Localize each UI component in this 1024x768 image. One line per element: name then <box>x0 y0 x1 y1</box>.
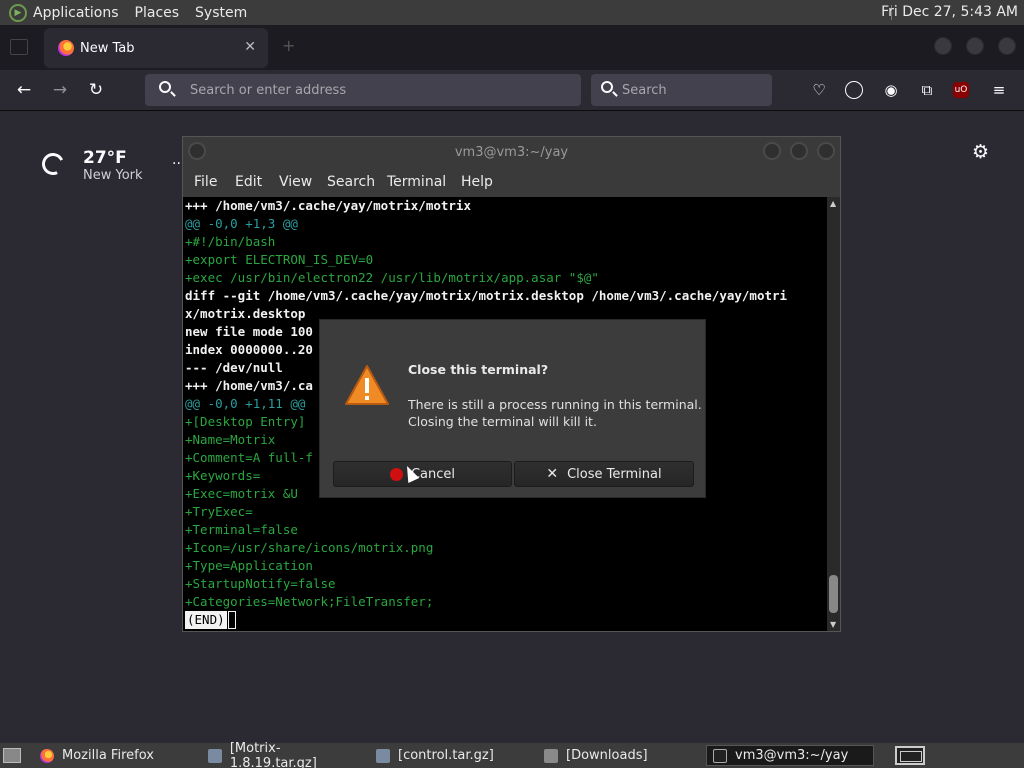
folder-icon <box>544 748 558 763</box>
warning-icon <box>345 365 389 405</box>
pager-end-line: (END) <box>185 611 826 629</box>
firefox-icon <box>40 748 54 763</box>
maximize-window-icon[interactable] <box>966 37 984 55</box>
terminal-titlebar[interactable]: vm3@vm3:~/yay <box>183 137 840 170</box>
hamburger-menu-icon[interactable]: ≡ <box>989 80 1009 100</box>
browser-nav-bar: ← → ↻ ♡ ◉ ⧉ uO ≡ <box>0 70 1024 111</box>
menu-search[interactable]: Search <box>327 174 375 190</box>
menu-help[interactable]: Help <box>461 174 493 190</box>
terminal-cursor <box>227 611 236 629</box>
maximize-icon[interactable] <box>790 142 808 160</box>
gear-icon[interactable]: ⚙ <box>972 141 989 163</box>
firefox-icon <box>58 40 74 56</box>
taskbar-item-firefox[interactable]: Mozilla Firefox <box>34 745 198 766</box>
terminal-line: diff --git /home/vm3/.cache/yay/motrix/m… <box>185 288 788 303</box>
account-icon[interactable]: ◉ <box>881 80 901 100</box>
search-bar[interactable] <box>591 74 772 106</box>
taskbar-item-label: vm3@vm3:~/yay <box>735 748 849 763</box>
taskbar-item-label: [Motrix-1.8.19.tar.gz] <box>229 740 317 768</box>
close-icon[interactable] <box>817 142 835 160</box>
scroll-down-icon[interactable]: ▼ <box>830 620 836 629</box>
browser-tab-bar: New Tab ✕ + <box>0 25 1024 70</box>
tab-label: New Tab <box>80 40 135 56</box>
menu-edit[interactable]: Edit <box>235 174 262 190</box>
weather-temperature: 27°F <box>83 148 127 168</box>
back-arrow-icon[interactable]: ← <box>12 79 36 101</box>
applications-logo-icon[interactable]: ▶ <box>9 3 27 22</box>
terminal-line: +++ /home/vm3/.cache/yay/motrix/motrix <box>185 198 471 213</box>
ublock-icon[interactable]: uO <box>953 82 969 98</box>
terminal-line: +Icon=/usr/share/icons/motrix.png <box>185 540 434 555</box>
close-window-icon[interactable] <box>998 37 1016 55</box>
forward-arrow-icon[interactable]: → <box>48 79 72 101</box>
taskbar-item-control-archive[interactable]: [control.tar.gz] <box>370 745 534 766</box>
taskbar-item-motrix-archive[interactable]: [Motrix-1.8.19.tar.gz] <box>202 741 366 768</box>
reload-icon[interactable]: ↻ <box>84 79 108 101</box>
taskbar-item-label: [control.tar.gz] <box>398 748 494 763</box>
close-terminal-dialog: Close this terminal? There is still a pr… <box>319 319 706 498</box>
tab-close-icon[interactable]: ✕ <box>244 39 256 55</box>
terminal-line: +Type=Application <box>185 558 313 573</box>
terminal-line: +exec /usr/bin/electron22 /usr/lib/motri… <box>185 270 599 285</box>
terminal-line: @@ -0,0 +1,3 @@ <box>185 216 298 231</box>
menu-terminal[interactable]: Terminal <box>387 174 446 190</box>
minimize-window-icon[interactable] <box>934 37 952 55</box>
scrollbar-thumb[interactable] <box>829 575 838 613</box>
show-desktop-icon[interactable] <box>3 748 21 763</box>
close-icon: ✕ <box>546 466 559 482</box>
bottom-taskbar: Mozilla Firefox [Motrix-1.8.19.tar.gz] [… <box>0 741 1024 768</box>
url-bar[interactable] <box>145 74 581 106</box>
extensions-puzzle-icon[interactable]: ⧉ <box>917 80 937 100</box>
terminal-line: +TryExec= <box>185 504 253 519</box>
terminal-line: +StartupNotify=false <box>185 576 336 591</box>
moon-weather-icon <box>38 149 68 179</box>
menu-system[interactable]: System <box>195 5 247 21</box>
terminal-line: +#!/bin/bash <box>185 234 276 249</box>
terminal-icon <box>713 748 727 763</box>
archive-icon <box>376 748 390 763</box>
panel-clock[interactable]: Fri Dec 27, 5:43 AM <box>881 4 1018 20</box>
menu-file[interactable]: File <box>194 174 217 190</box>
terminal-line: +export ELECTRON_IS_DEV=0 <box>185 252 374 267</box>
terminal-title: vm3@vm3:~/yay <box>454 145 569 160</box>
search-input[interactable] <box>622 74 767 106</box>
top-panel: ▶ Applications Places System Fri Dec 27,… <box>0 0 1024 25</box>
search-icon <box>601 81 613 93</box>
workspace-switcher-icon[interactable] <box>895 746 925 765</box>
pager-end-marker: (END) <box>185 611 227 629</box>
weather-city: New York <box>83 168 143 183</box>
menu-applications[interactable]: Applications <box>33 5 119 21</box>
taskbar-item-terminal[interactable]: vm3@vm3:~/yay <box>706 745 874 766</box>
minimize-icon[interactable] <box>763 142 781 160</box>
taskbar-item-label: [Downloads] <box>566 748 648 763</box>
close-terminal-button[interactable]: ✕ Close Terminal <box>514 461 694 487</box>
pocket-icon[interactable]: ♡ <box>809 80 829 100</box>
terminal-scrollbar[interactable]: ▲ ▼ <box>827 197 840 631</box>
dialog-heading: Close this terminal? <box>408 362 549 377</box>
taskbar-item-downloads[interactable]: [Downloads] <box>538 745 702 766</box>
dialog-message-line1: There is still a process running in this… <box>408 397 702 412</box>
dialog-message-line2: Closing the terminal will kill it. <box>408 414 597 429</box>
search-icon <box>159 81 171 93</box>
terminal-menubar: File Edit View Search Terminal Help <box>183 170 840 197</box>
terminal-line: +Categories=Network;FileTransfer; <box>185 594 434 609</box>
cancel-button[interactable]: Cancel <box>333 461 512 487</box>
menu-view[interactable]: View <box>279 174 312 190</box>
taskbar-item-label: Mozilla Firefox <box>62 748 154 763</box>
sidebar-toggle-icon[interactable] <box>10 39 28 55</box>
new-tab-plus-icon[interactable]: + <box>282 36 295 55</box>
tab-new-tab[interactable]: New Tab ✕ <box>44 28 268 68</box>
circle-extension-icon[interactable] <box>845 81 863 99</box>
archive-icon <box>208 748 222 763</box>
terminal-line: +Terminal=false <box>185 522 298 537</box>
menu-places[interactable]: Places <box>135 5 180 21</box>
scroll-up-icon[interactable]: ▲ <box>830 199 836 208</box>
url-input[interactable] <box>190 74 570 106</box>
close-terminal-button-label: Close Terminal <box>567 466 662 482</box>
